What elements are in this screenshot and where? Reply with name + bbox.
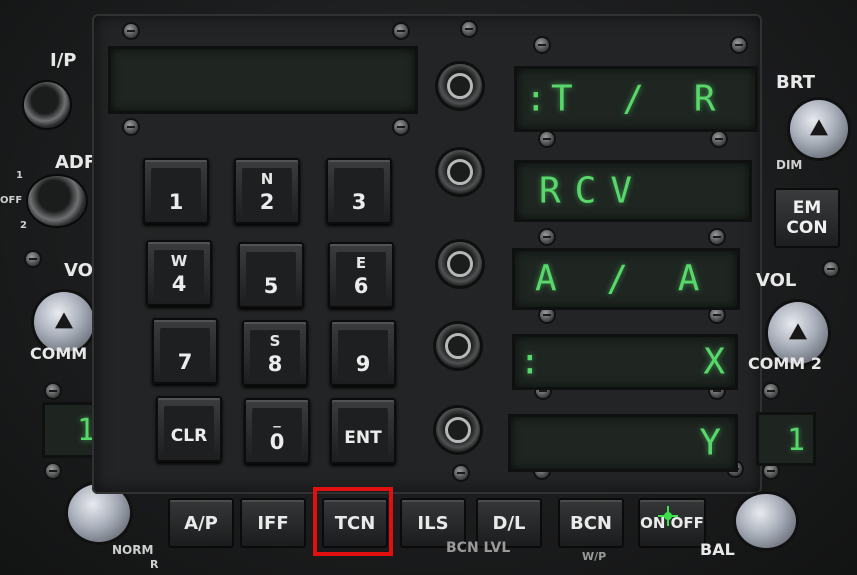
- option-select-button-3[interactable]: [438, 242, 482, 286]
- em-con-line1: EM: [792, 198, 822, 218]
- key-label: 8: [267, 352, 283, 376]
- wpt-label: W/P: [582, 550, 607, 563]
- screw: [26, 252, 40, 266]
- comm2-channel-knob[interactable]: [736, 494, 796, 548]
- screw: [764, 464, 778, 478]
- screw: [710, 308, 724, 322]
- brt-label: BRT: [776, 72, 816, 93]
- enter-button[interactable]: ENT: [330, 398, 396, 464]
- comm2-label: COMM 2: [748, 354, 822, 373]
- keypad-key-8[interactable]: S8: [242, 320, 308, 386]
- keypad-key-9[interactable]: 9: [330, 320, 396, 386]
- key-label: 2: [259, 190, 275, 214]
- keypad-key-1[interactable]: 1: [143, 158, 209, 224]
- screw: [732, 38, 746, 52]
- screw: [46, 384, 60, 398]
- screw: [124, 24, 138, 38]
- option-text-4: X: [703, 341, 725, 383]
- option-cue-4: :: [519, 341, 555, 383]
- adf-pos-1: 1: [16, 170, 23, 181]
- key-label: 6: [353, 274, 369, 298]
- option-text-2: RCV: [539, 170, 647, 212]
- key-label: 1: [168, 190, 184, 214]
- key-label: 0: [269, 430, 285, 454]
- option-text-3: A / A: [535, 258, 714, 300]
- key-label: 4: [171, 272, 187, 296]
- clear-button[interactable]: CLR: [156, 396, 222, 462]
- option-text-5: Y: [699, 422, 721, 464]
- key-sublabel: _: [273, 410, 281, 428]
- adf-label: ADF: [55, 152, 97, 173]
- scratchpad-display: [108, 46, 418, 114]
- arrow-icon: [55, 312, 73, 329]
- tcn-highlight-box: [313, 487, 393, 556]
- option-display-5: Y: [508, 414, 738, 472]
- key-label: 7: [177, 350, 193, 374]
- screw: [540, 230, 554, 244]
- dim-label: DIM: [776, 158, 803, 172]
- option-display-2: RCV: [514, 160, 752, 222]
- screw: [535, 38, 549, 52]
- option-text-1: T / R: [551, 78, 730, 120]
- brightness-knob[interactable]: [790, 100, 848, 158]
- r-label: R: [150, 558, 159, 571]
- bcn-lvl-label: BCN LVL: [446, 540, 511, 556]
- key-label: CLR: [170, 426, 208, 446]
- arrow-icon: [810, 119, 828, 136]
- screw: [712, 132, 726, 146]
- screw: [462, 22, 476, 36]
- key-sublabel: S: [269, 332, 281, 350]
- screw: [394, 24, 408, 38]
- arrow-icon: [789, 323, 807, 340]
- crosshair-cursor-icon: [658, 506, 678, 526]
- emergency-control-button[interactable]: EM CON: [774, 188, 840, 248]
- ip-label: I/P: [50, 50, 77, 71]
- screw: [124, 120, 138, 134]
- screw: [764, 384, 778, 398]
- screw: [46, 464, 60, 478]
- key-label: 3: [351, 190, 367, 214]
- screw: [454, 466, 468, 480]
- screw: [540, 132, 554, 146]
- screw: [710, 230, 724, 244]
- screw: [394, 120, 408, 134]
- option-display-1: : T / R: [514, 66, 758, 132]
- bal-label: BAL: [700, 540, 735, 559]
- option-display-3: A / A: [512, 248, 740, 310]
- screw: [824, 262, 838, 276]
- iff-button[interactable]: IFF: [240, 498, 306, 548]
- option-select-button-5[interactable]: [436, 408, 480, 452]
- key-sublabel: N: [260, 170, 274, 188]
- bcn-button[interactable]: BCN: [558, 498, 624, 548]
- key-label: ENT: [344, 428, 382, 448]
- keypad-key-3[interactable]: 3: [326, 158, 392, 224]
- comm2-channel-display: 1: [756, 412, 816, 466]
- ap-button[interactable]: A/P: [168, 498, 234, 548]
- vol-right-label: VOL: [756, 270, 797, 291]
- adf-switch[interactable]: [28, 176, 86, 226]
- comm1-volume-knob[interactable]: [34, 292, 94, 352]
- key-label: 9: [355, 352, 371, 376]
- key-sublabel: E: [355, 254, 367, 272]
- keypad-key-0[interactable]: _ 0: [244, 398, 310, 464]
- ufc-panel: I/P ADF 1 OFF 2 VOL COMM 1 1 NORM R : T: [0, 0, 857, 575]
- keypad-key-4[interactable]: W4: [146, 240, 212, 306]
- keypad-key-5[interactable]: 5: [238, 242, 304, 308]
- option-display-4: : X: [512, 334, 738, 390]
- keypad-key-6[interactable]: E6: [328, 242, 394, 308]
- keypad-key-2[interactable]: N2: [234, 158, 300, 224]
- norm-label: NORM: [112, 543, 154, 557]
- option-select-button-4[interactable]: [436, 324, 480, 368]
- keypad-key-7[interactable]: 7: [152, 318, 218, 384]
- adf-pos-off: OFF: [0, 195, 23, 206]
- key-label: 5: [263, 274, 279, 298]
- screw: [540, 308, 554, 322]
- adf-pos-2: 2: [20, 220, 27, 231]
- em-con-line2: CON: [786, 218, 828, 238]
- option-select-button-2[interactable]: [438, 150, 482, 194]
- option-select-button-1[interactable]: [438, 64, 482, 108]
- ip-button[interactable]: [24, 82, 70, 128]
- key-sublabel: W: [170, 252, 188, 270]
